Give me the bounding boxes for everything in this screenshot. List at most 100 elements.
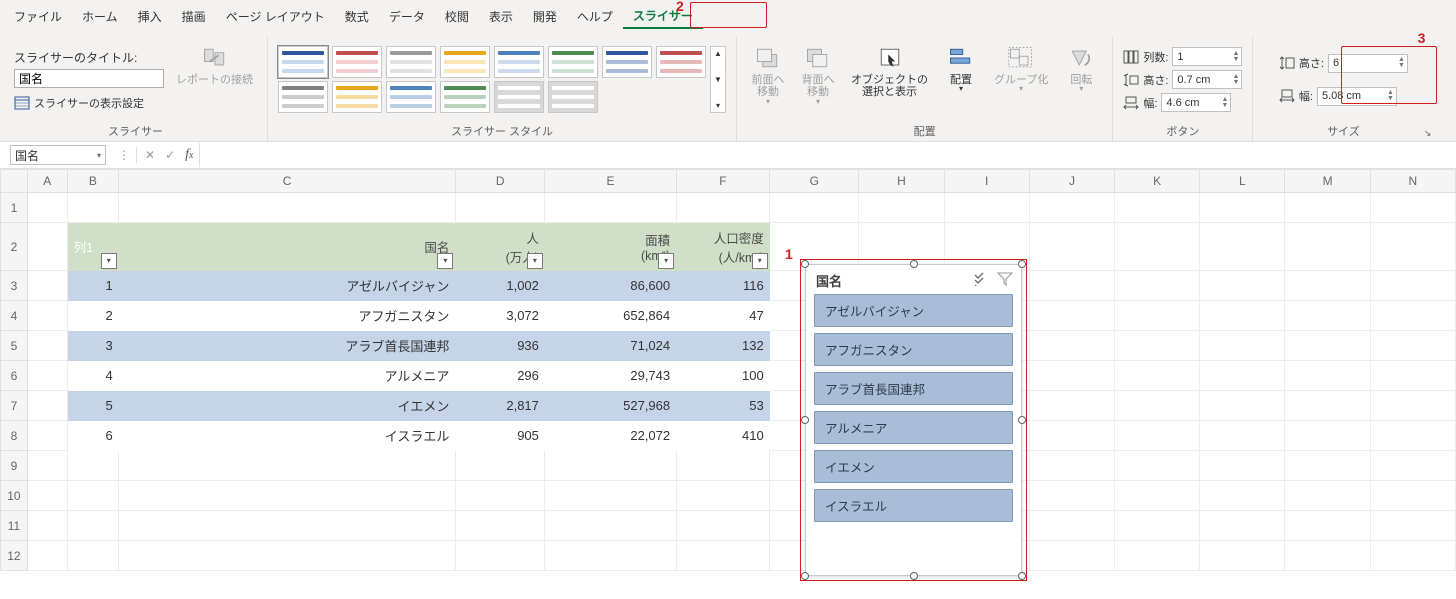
slicer-style-thumb[interactable]: [386, 46, 436, 78]
col-header[interactable]: A: [27, 170, 67, 193]
slicer-item[interactable]: アラブ首長国連邦: [814, 372, 1013, 405]
table-cell[interactable]: 6: [67, 421, 119, 451]
resize-handle[interactable]: [1018, 572, 1026, 580]
formula-options-icon[interactable]: ⋮: [118, 148, 130, 162]
style-gallery-scroll[interactable]: ▲▼▾: [710, 46, 726, 113]
table-cell[interactable]: 71,024: [545, 331, 676, 361]
table-cell[interactable]: 100: [676, 361, 770, 391]
menu-draw[interactable]: 描画: [172, 4, 216, 28]
slicer-style-thumb[interactable]: [332, 46, 382, 78]
table-cell[interactable]: 3: [67, 331, 119, 361]
slicer-style-thumb[interactable]: [656, 46, 706, 78]
clear-filter-icon[interactable]: [997, 272, 1013, 289]
resize-handle[interactable]: [801, 572, 809, 580]
table-cell[interactable]: 905: [455, 421, 545, 451]
filter-dropdown-icon[interactable]: ▾: [101, 253, 117, 269]
resize-handle[interactable]: [1018, 260, 1026, 268]
menu-formulas[interactable]: 数式: [335, 4, 379, 28]
row-header[interactable]: 6: [1, 361, 28, 391]
slicer-item[interactable]: イエメン: [814, 450, 1013, 483]
align-button[interactable]: 配置▾: [940, 42, 982, 118]
slicer-caption-input[interactable]: [14, 69, 164, 88]
table-cell[interactable]: 410: [676, 421, 770, 451]
slicer-item[interactable]: アフガニスタン: [814, 333, 1013, 366]
row-header[interactable]: 1: [1, 193, 28, 223]
size-width-input[interactable]: 5.08 cm▲▼: [1317, 87, 1397, 106]
table-cell[interactable]: 2: [67, 301, 119, 331]
resize-handle[interactable]: [801, 260, 809, 268]
filter-dropdown-icon[interactable]: ▾: [437, 253, 453, 269]
slicer-item[interactable]: アルメニア: [814, 411, 1013, 444]
row-header[interactable]: 10: [1, 481, 28, 511]
slicer-style-thumb[interactable]: [332, 81, 382, 113]
slicer-style-thumb[interactable]: [440, 46, 490, 78]
resize-handle[interactable]: [910, 572, 918, 580]
menu-developer[interactable]: 開発: [523, 4, 567, 28]
table-cell[interactable]: アゼルバイジャン: [119, 271, 456, 301]
selection-pane-button[interactable]: オブジェクトの 選択と表示: [847, 42, 932, 118]
slicer-style-thumb[interactable]: [548, 46, 598, 78]
col-header[interactable]: J: [1029, 170, 1114, 193]
name-box-dropdown-icon[interactable]: ▾: [97, 151, 101, 160]
col-header[interactable]: N: [1370, 170, 1455, 193]
cancel-icon[interactable]: ✕: [145, 148, 155, 162]
name-box[interactable]: 国名 ▾: [10, 145, 106, 165]
row-header[interactable]: 9: [1, 451, 28, 481]
col-header[interactable]: F: [676, 170, 770, 193]
col-header[interactable]: M: [1285, 170, 1370, 193]
table-cell[interactable]: アラブ首長国連邦: [119, 331, 456, 361]
menu-help[interactable]: ヘルプ: [567, 4, 623, 28]
col-header[interactable]: D: [455, 170, 545, 193]
menu-page-layout[interactable]: ページ レイアウト: [216, 4, 335, 28]
col-header[interactable]: H: [859, 170, 944, 193]
row-header[interactable]: 8: [1, 421, 28, 451]
table-cell[interactable]: 132: [676, 331, 770, 361]
col-header[interactable]: L: [1200, 170, 1285, 193]
slicer-style-thumb[interactable]: [386, 81, 436, 113]
table-cell[interactable]: 53: [676, 391, 770, 421]
table-cell[interactable]: 3,072: [455, 301, 545, 331]
table-cell[interactable]: 1: [67, 271, 119, 301]
multi-select-icon[interactable]: [973, 272, 989, 289]
resize-handle[interactable]: [910, 260, 918, 268]
table-cell[interactable]: 47: [676, 301, 770, 331]
btn-cols-input[interactable]: 1▲▼: [1172, 47, 1242, 66]
worksheet-grid[interactable]: A B C D E F G H I J K L M N 1 2 列1 ▾: [0, 169, 1456, 571]
select-all-corner[interactable]: [1, 170, 28, 193]
table-cell[interactable]: 527,968: [545, 391, 676, 421]
table-cell[interactable]: 652,864: [545, 301, 676, 331]
slicer-style-thumb[interactable]: [494, 81, 544, 113]
filter-dropdown-icon[interactable]: ▾: [752, 253, 768, 269]
col-header[interactable]: G: [770, 170, 859, 193]
table-cell[interactable]: 116: [676, 271, 770, 301]
table-cell[interactable]: 936: [455, 331, 545, 361]
table-cell[interactable]: 5: [67, 391, 119, 421]
slicer-settings-button[interactable]: スライサーの表示設定: [34, 95, 144, 111]
enter-icon[interactable]: ✓: [165, 148, 175, 162]
table-cell[interactable]: 4: [67, 361, 119, 391]
btn-height-input[interactable]: 0.7 cm▲▼: [1172, 70, 1242, 89]
slicer-object[interactable]: 国名 アゼルバイジャン アフガニスタン アラブ首長国連邦 アルメニア イエメン …: [805, 264, 1022, 576]
row-header[interactable]: 4: [1, 301, 28, 331]
slicer-style-thumb[interactable]: [278, 81, 328, 113]
size-dialog-launcher[interactable]: ↘: [1424, 128, 1432, 139]
col-header[interactable]: B: [67, 170, 119, 193]
row-header[interactable]: 5: [1, 331, 28, 361]
resize-handle[interactable]: [801, 416, 809, 424]
table-cell[interactable]: アフガニスタン: [119, 301, 456, 331]
slicer-style-gallery[interactable]: ▲▼▾: [278, 46, 726, 113]
slicer-item[interactable]: イスラエル: [814, 489, 1013, 522]
table-cell[interactable]: イスラエル: [119, 421, 456, 451]
row-header[interactable]: 11: [1, 511, 28, 541]
table-cell[interactable]: イエメン: [119, 391, 456, 421]
menu-file[interactable]: ファイル: [4, 4, 72, 28]
slicer-style-thumb[interactable]: [494, 46, 544, 78]
table-cell[interactable]: 29,743: [545, 361, 676, 391]
fx-icon[interactable]: fx: [185, 147, 193, 163]
table-cell[interactable]: 22,072: [545, 421, 676, 451]
col-header[interactable]: K: [1115, 170, 1200, 193]
menu-data[interactable]: データ: [379, 4, 435, 28]
size-height-input[interactable]: 6▲▼: [1328, 54, 1408, 73]
col-header[interactable]: E: [545, 170, 676, 193]
row-header[interactable]: 7: [1, 391, 28, 421]
